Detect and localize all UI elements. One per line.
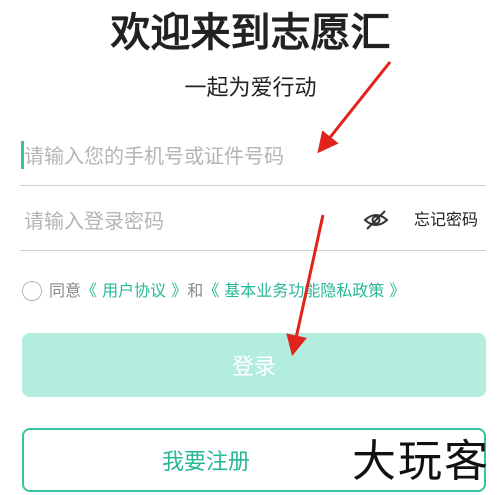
password-field: 忘记密码 (20, 192, 486, 251)
password-input[interactable] (20, 192, 358, 250)
agreement-prefix: 同意 (49, 281, 82, 300)
phone-field (20, 127, 488, 186)
agreement-row: 同意 《 用户协议 》 和 《 基本业务功能隐私政策 》 (22, 277, 405, 305)
page-title: 欢迎来到志愿汇 (110, 10, 391, 56)
agreement-checkbox[interactable] (22, 281, 42, 301)
eye-off-icon[interactable] (362, 208, 390, 232)
user-agreement-link[interactable]: 《 用户协议 》 (81, 277, 187, 305)
login-screen: 欢迎来到志愿汇 一起为爱行动 忘记密码 同意 《 用户协议 》 和 《 基本业务… (0, 0, 501, 495)
page-subtitle: 一起为爱行动 (184, 76, 317, 101)
agreement-conjunction: 和 (187, 281, 204, 300)
forgot-password-link[interactable]: 忘记密码 (414, 208, 478, 232)
watermark-logo: 大玩客 (352, 436, 490, 487)
phone-input[interactable] (20, 127, 488, 185)
login-button[interactable]: 登录 (22, 333, 486, 397)
privacy-policy-link[interactable]: 《 基本业务功能隐私政策 》 (203, 277, 405, 305)
